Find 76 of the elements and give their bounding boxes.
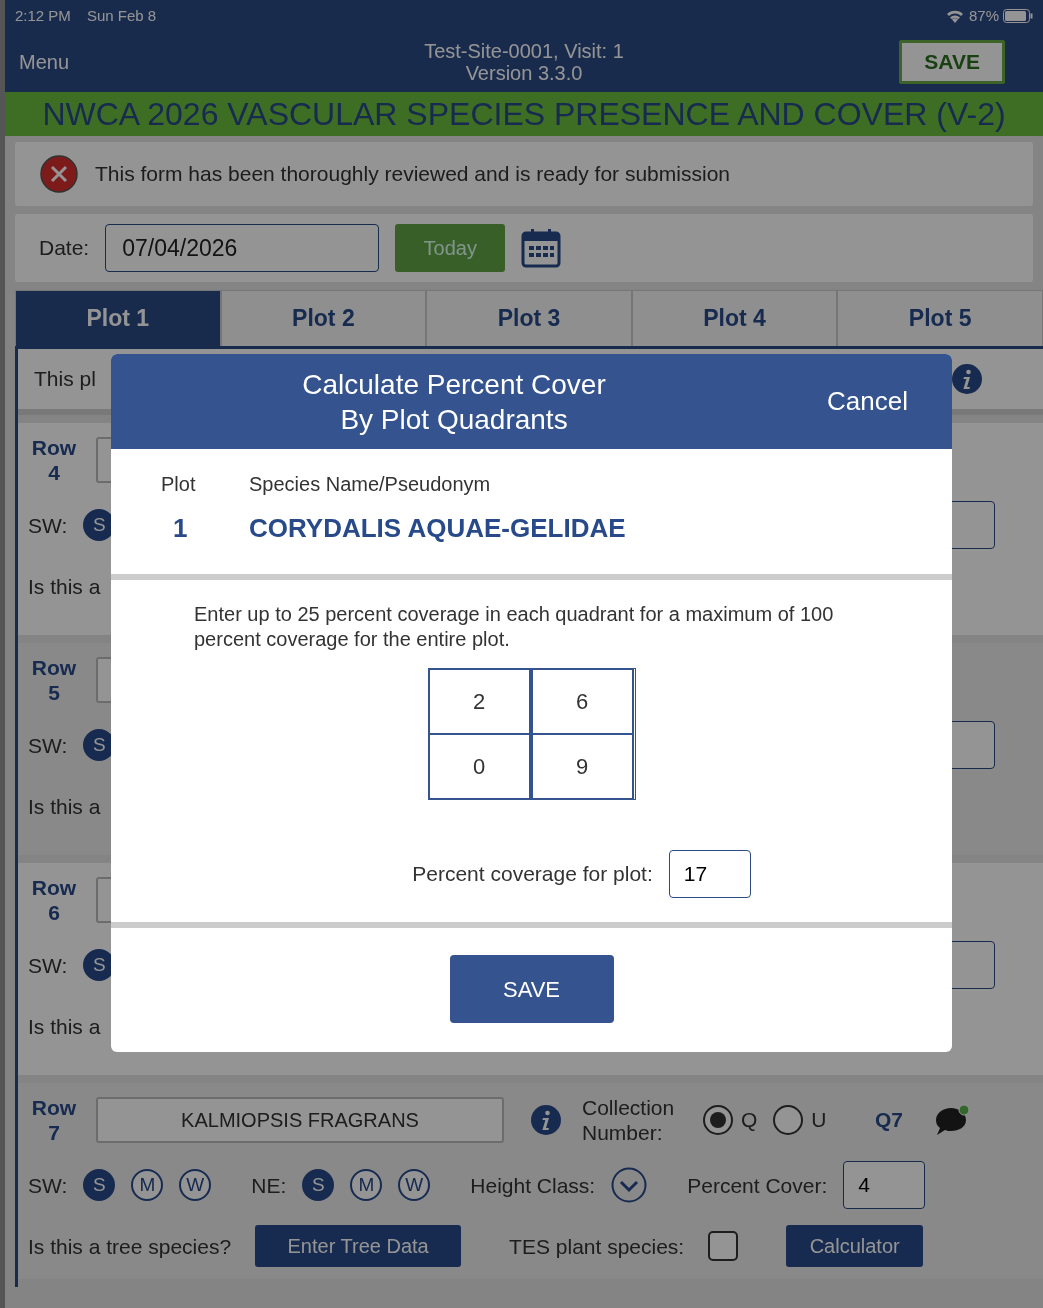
ne-label: NE: bbox=[251, 1172, 287, 1199]
calculator-button[interactable]: Calculator bbox=[786, 1225, 924, 1268]
status-time: 2:12 PM bbox=[15, 5, 71, 26]
date-label: Date: bbox=[39, 235, 90, 262]
size-toggle[interactable]: W bbox=[398, 1169, 431, 1202]
question-code: Q7 bbox=[875, 1107, 903, 1134]
size-toggle[interactable]: W bbox=[179, 1169, 212, 1202]
chevron-down-icon[interactable] bbox=[611, 1167, 648, 1204]
calendar-icon[interactable] bbox=[521, 228, 562, 268]
tree-question: Is this a bbox=[28, 573, 101, 600]
row-number: 6 bbox=[47, 900, 61, 926]
species-name: CORYDALIS AQUAE-GELIDAE bbox=[249, 512, 627, 545]
close-icon[interactable] bbox=[39, 154, 79, 194]
tree-question: Is this a bbox=[28, 793, 101, 820]
size-toggle[interactable]: M bbox=[350, 1169, 383, 1202]
dialog-title: Calculate Percent Cover bbox=[301, 367, 607, 402]
plot-tab[interactable]: Plot 5 bbox=[837, 290, 1043, 346]
status-date: Sun Feb 8 bbox=[86, 5, 157, 26]
coverage-label: Percent coverage for plot: bbox=[412, 861, 653, 888]
instructions-text: Enter up to 25 percent coverage in each quadrant for a maximum of 100 percent coverage for the entire plot. bbox=[194, 602, 835, 652]
species-field[interactable]: KALMIOPSIS FRAGRANS bbox=[96, 1097, 504, 1144]
tes-label: TES plant species: bbox=[509, 1233, 685, 1260]
percent-cover-label: Percent Cover: bbox=[687, 1172, 828, 1199]
battery-level: 87% bbox=[968, 5, 999, 26]
tree-question: Is this a bbox=[28, 1013, 101, 1040]
row-label: Row bbox=[30, 655, 78, 681]
height-class-label: Height Class: bbox=[470, 1172, 596, 1199]
plot-note: This pl bbox=[34, 366, 96, 393]
row-number: 7 bbox=[47, 1120, 61, 1146]
date-field[interactable]: 07/04/2026 bbox=[105, 224, 380, 272]
tree-question: Is this a tree species? bbox=[28, 1233, 232, 1260]
version-text: Version 3.3.0 bbox=[464, 62, 584, 84]
sw-label: SW: bbox=[28, 1172, 68, 1199]
collection-label: Collection Number: bbox=[582, 1095, 676, 1146]
save-button[interactable]: SAVE bbox=[899, 40, 1005, 84]
row-label: Row bbox=[30, 435, 78, 461]
radio-label: U bbox=[811, 1107, 827, 1134]
sw-label: SW: bbox=[28, 732, 68, 759]
dialog-title: By Plot Quadrants bbox=[339, 402, 569, 437]
radio-button[interactable] bbox=[703, 1105, 733, 1136]
form-title: NWCA 2026 VASCULAR SPECIES PRESENCE AND COVER (V-2) bbox=[5, 92, 1043, 136]
info-icon[interactable] bbox=[951, 363, 983, 395]
plot-tab[interactable]: Plot 1 bbox=[15, 290, 221, 346]
info-icon[interactable] bbox=[530, 1104, 562, 1137]
size-toggle[interactable]: M bbox=[131, 1169, 164, 1202]
plot-tab[interactable]: Plot 4 bbox=[631, 290, 838, 346]
tes-checkbox[interactable] bbox=[708, 1231, 739, 1262]
quadrant-cell[interactable]: 6 bbox=[530, 668, 634, 735]
size-toggle[interactable]: S bbox=[83, 1169, 116, 1202]
battery-icon bbox=[1003, 9, 1033, 23]
quadrant-cell[interactable]: 2 bbox=[427, 668, 531, 735]
radio-label: Q bbox=[741, 1107, 758, 1134]
dialog-save-button[interactable]: SAVE bbox=[449, 955, 614, 1023]
plot-tab[interactable]: Plot 3 bbox=[426, 290, 632, 346]
sw-label: SW: bbox=[28, 512, 68, 539]
coverage-field[interactable]: 17 bbox=[668, 850, 751, 898]
row-label: Row bbox=[30, 875, 78, 901]
row-number: 5 bbox=[47, 680, 61, 706]
sw-label: SW: bbox=[28, 952, 68, 979]
cancel-link[interactable]: Cancel bbox=[827, 382, 908, 421]
percent-cover-field[interactable]: 4 bbox=[843, 1161, 926, 1210]
plot-number: 1 bbox=[172, 512, 189, 545]
site-title: Test-Site-0001, Visit: 1 bbox=[423, 40, 625, 62]
comment-icon[interactable] bbox=[933, 1104, 971, 1137]
plot-tab[interactable]: Plot 2 bbox=[220, 290, 427, 346]
size-toggle[interactable]: S bbox=[302, 1169, 335, 1202]
row-number: 4 bbox=[47, 460, 61, 486]
quadrant-cell[interactable]: 0 bbox=[427, 733, 531, 800]
menu-link[interactable]: Menu bbox=[19, 47, 279, 77]
quadrant-cell[interactable]: 9 bbox=[530, 733, 634, 800]
species-header: Species Name/Pseudonym bbox=[249, 472, 492, 497]
tree-data-button[interactable]: Enter Tree Data bbox=[255, 1225, 462, 1268]
radio-button[interactable] bbox=[773, 1105, 804, 1136]
row-label: Row bbox=[30, 1095, 78, 1121]
plot-header: Plot bbox=[161, 472, 197, 497]
review-status: This form has been thoroughly reviewed and is ready for submission bbox=[95, 161, 730, 188]
